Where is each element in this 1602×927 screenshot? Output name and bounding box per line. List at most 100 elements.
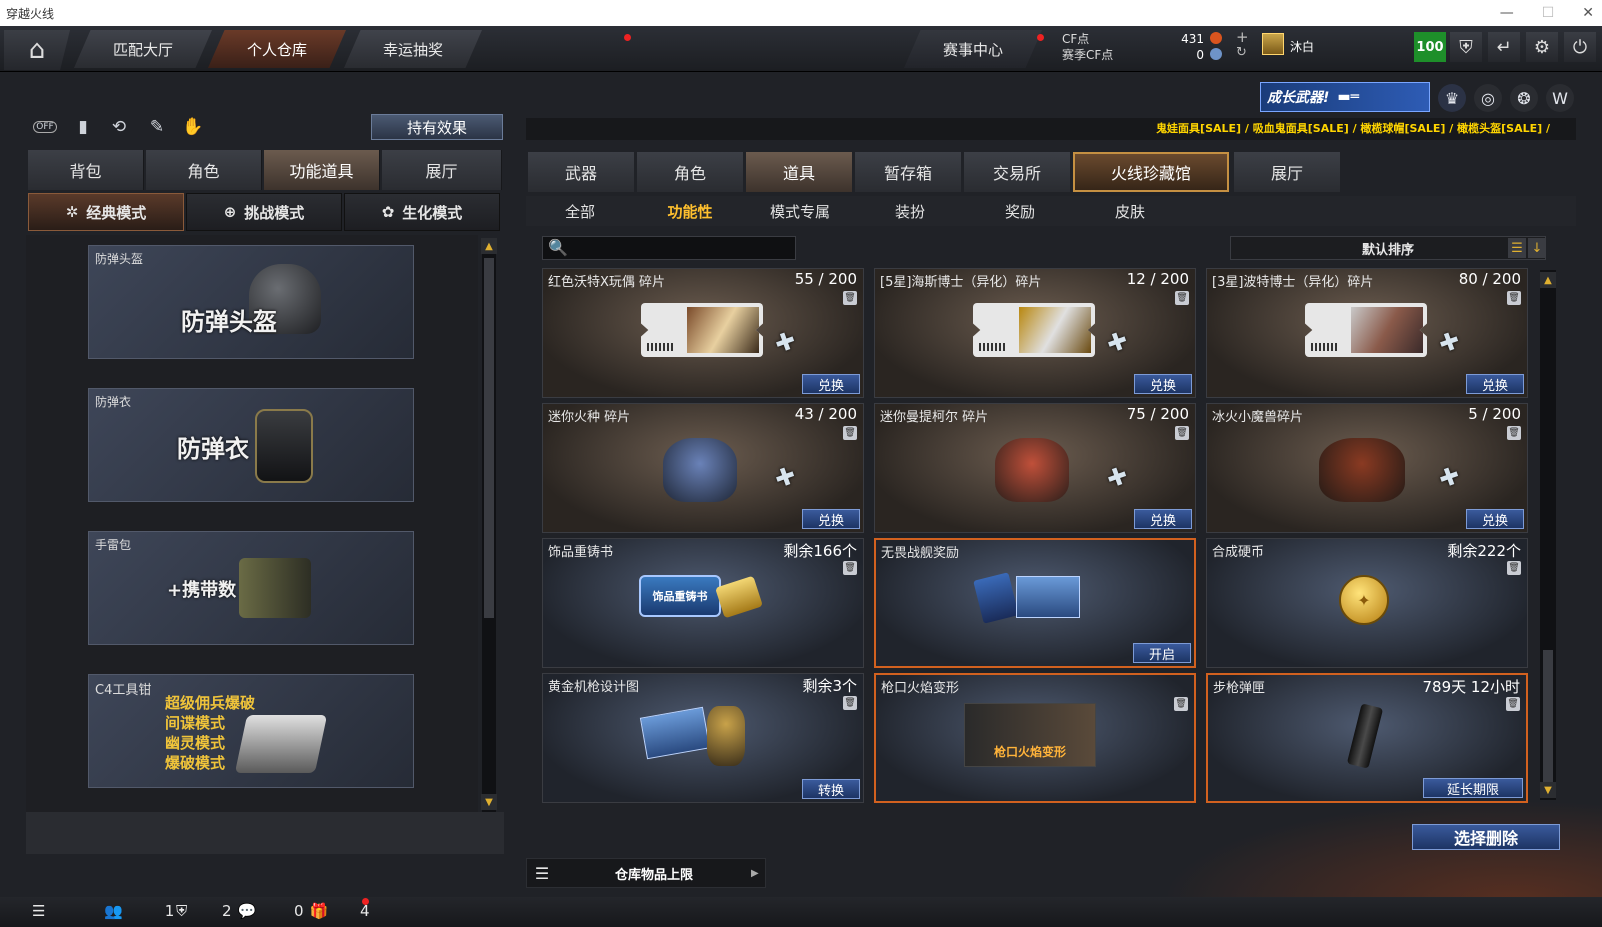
scroll-thumb[interactable] — [1543, 650, 1553, 790]
tool-icon[interactable]: ✎ — [144, 114, 170, 140]
subtab-dressup[interactable]: 装扮 — [860, 198, 960, 224]
clan-status[interactable]: ⛨ — [176, 902, 187, 920]
sale-marquee[interactable]: 鬼娃面具[SALE] / 吸血鬼面具[SALE] / 橄榄球帽[SALE] / … — [526, 118, 1576, 140]
tab-match-lobby[interactable]: 匹配大厅 — [74, 30, 212, 68]
scroll-up-icon[interactable]: ▲ — [481, 238, 497, 254]
rank-icon[interactable] — [1262, 33, 1284, 55]
trash-icon[interactable]: 🗑 — [1506, 697, 1520, 711]
trash-icon[interactable]: 🗑 — [1507, 426, 1521, 440]
tab-storage-box[interactable]: 暂存箱 — [855, 152, 961, 192]
subtab-rewards[interactable]: 奖励 — [970, 198, 1070, 224]
capacity-bar[interactable]: ☰ 仓库物品上限 ▶ — [526, 858, 766, 888]
add-icon[interactable]: + — [1236, 28, 1249, 46]
tab-functional-items[interactable]: 功能道具 — [264, 150, 380, 190]
tab-personal-warehouse[interactable]: 个人仓库 — [208, 30, 346, 68]
left-scrollbar[interactable]: ▲ ▼ — [481, 238, 497, 812]
close-button[interactable]: ✕ — [1582, 5, 1594, 21]
tab-items[interactable]: 道具 — [746, 152, 852, 192]
subtab-skins[interactable]: 皮肤 — [1080, 198, 1180, 224]
right-scrollbar[interactable]: ▲ ▼ — [1540, 270, 1556, 800]
item-card[interactable]: 迷你曼提柯尔 碎片 75 / 200 🗑 ✚ 兑换 — [874, 403, 1196, 533]
stats-icon[interactable]: ▮ — [70, 114, 96, 140]
scroll-down-icon[interactable]: ▼ — [481, 794, 497, 810]
vip-icon[interactable]: ♛ — [1438, 84, 1466, 112]
refresh-icon[interactable]: ↻ — [1236, 45, 1247, 60]
tab-showroom-right[interactable]: 展厅 — [1234, 152, 1340, 192]
trash-icon[interactable]: 🗑 — [843, 696, 857, 710]
mode-zombie[interactable]: ✿ 生化模式 — [344, 193, 500, 231]
toggle-off-icon[interactable]: OFF — [32, 114, 58, 140]
trash-icon[interactable]: 🗑 — [843, 426, 857, 440]
friends-status[interactable]: 👥 1 — [104, 902, 174, 920]
tab-characters[interactable]: 角色 — [637, 152, 743, 192]
tab-weapons[interactable]: 武器 — [528, 152, 634, 192]
trash-icon[interactable]: 🗑 — [843, 561, 857, 575]
item-card[interactable]: 迷你火种 碎片 43 / 200 🗑 ✚ 兑换 — [542, 403, 864, 533]
item-card-helmet[interactable]: 防弹头盔 防弹头盔 — [88, 245, 414, 359]
tab-lucky-draw[interactable]: 幸运抽奖 — [344, 30, 482, 68]
gear-icon[interactable]: ⚙ — [1526, 32, 1558, 62]
item-card[interactable]: 合成硬币 剩余222个 🗑 ✦ — [1206, 538, 1528, 668]
tab-showroom[interactable]: 展厅 — [382, 150, 502, 190]
exchange-button[interactable]: 兑换 — [1466, 374, 1524, 394]
item-card[interactable]: 冰火小魔兽碎片 5 / 200 🗑 ✚ 兑换 — [1206, 403, 1528, 533]
hand-icon[interactable]: ✋ — [180, 114, 206, 140]
level-badge[interactable]: 100 — [1414, 32, 1446, 62]
tab-backpack[interactable]: 背包 — [28, 150, 144, 190]
trash-icon[interactable]: 🗑 — [1174, 697, 1188, 711]
convert-button[interactable]: 转换 — [802, 779, 860, 799]
scroll-down-icon[interactable]: ▼ — [1540, 782, 1556, 798]
item-card-c4-pliers[interactable]: C4工具钳 超级佣兵爆破 间谍模式 幽灵模式 爆破模式 — [88, 674, 414, 788]
menu-icon[interactable]: ☰ — [32, 902, 45, 920]
trash-icon[interactable]: 🗑 — [1175, 291, 1189, 305]
tab-collection-hall[interactable]: 火线珍藏馆 — [1073, 152, 1229, 192]
growth-weapon-banner[interactable]: 成长武器! ▬═ — [1260, 82, 1430, 112]
item-card[interactable]: 饰品重铸书 剩余166个 🗑 饰品重铸书 — [542, 538, 864, 668]
subtab-all[interactable]: 全部 — [530, 198, 630, 224]
item-card[interactable]: 黄金机枪设计图 剩余3个 🗑 转换 — [542, 673, 864, 803]
scroll-thumb[interactable] — [484, 258, 494, 618]
mode-challenge[interactable]: ⊕ 挑战模式 — [186, 193, 342, 231]
item-card[interactable]: 枪口火焰变形 🗑 枪口火焰变形 — [874, 673, 1196, 803]
mode-classic[interactable]: ✲ 经典模式 — [28, 193, 184, 231]
home-icon[interactable]: ⌂ — [4, 30, 70, 70]
username[interactable]: 沐白 — [1290, 38, 1314, 55]
minimize-button[interactable]: — — [1500, 5, 1514, 21]
globe-icon[interactable]: ◎ — [1474, 84, 1502, 112]
tab-character[interactable]: 角色 — [146, 150, 262, 190]
exchange-button[interactable]: 兑换 — [1466, 509, 1524, 529]
trash-icon[interactable]: 🗑 — [1175, 426, 1189, 440]
item-card[interactable]: 步枪弹匣 789天 12小时 🗑 延长期限 — [1206, 673, 1528, 803]
gem-icon[interactable]: ❂ — [1510, 84, 1538, 112]
return-icon[interactable]: ↵ — [1488, 32, 1520, 62]
tab-exchange[interactable]: 交易所 — [964, 152, 1070, 192]
extend-button[interactable]: 延长期限 — [1423, 778, 1523, 798]
gifts-status[interactable]: 0 🎁 — [294, 902, 328, 920]
scroll-up-icon[interactable]: ▲ — [1540, 272, 1556, 288]
trash-icon[interactable]: 🗑 — [1507, 561, 1521, 575]
messages-status[interactable]: 2 💬 — [222, 902, 256, 920]
sort-down-icon[interactable]: ↓ — [1528, 238, 1546, 258]
history-icon[interactable]: ⟲ — [106, 114, 132, 140]
item-card-grenade[interactable]: 手雷包 +携带数 — [88, 531, 414, 645]
exchange-button[interactable]: 兑换 — [802, 509, 860, 529]
exchange-button[interactable]: 兑换 — [802, 374, 860, 394]
list-view-icon[interactable]: ☰ — [1508, 238, 1526, 258]
exchange-button[interactable]: 兑换 — [1134, 509, 1192, 529]
power-icon[interactable]: ⏻ — [1564, 32, 1596, 62]
trash-icon[interactable]: 🗑 — [1507, 291, 1521, 305]
hold-effect-button[interactable]: 持有效果 — [371, 114, 503, 140]
item-card[interactable]: [3星]波特博士（异化）碎片 80 / 200 🗑 ✚ 兑换 — [1206, 268, 1528, 398]
sort-dropdown[interactable]: 默认排序 — [1230, 236, 1546, 260]
wing-icon[interactable]: W — [1546, 84, 1574, 112]
select-delete-button[interactable]: 选择删除 — [1412, 824, 1560, 850]
item-card-vest[interactable]: 防弹衣 防弹衣 — [88, 388, 414, 502]
maximize-button[interactable]: ☐ — [1542, 5, 1555, 21]
item-card[interactable]: [5星]海斯博士（异化）碎片 12 / 200 🗑 ✚ 兑换 — [874, 268, 1196, 398]
search-input[interactable] — [542, 236, 796, 260]
subtab-mode-exclusive[interactable]: 模式专属 — [750, 198, 850, 224]
tab-event-center[interactable]: 赛事中心 — [904, 30, 1042, 68]
exchange-button[interactable]: 兑换 — [1134, 374, 1192, 394]
trash-icon[interactable]: 🗑 — [843, 291, 857, 305]
subtab-functional[interactable]: 功能性 — [640, 198, 740, 224]
